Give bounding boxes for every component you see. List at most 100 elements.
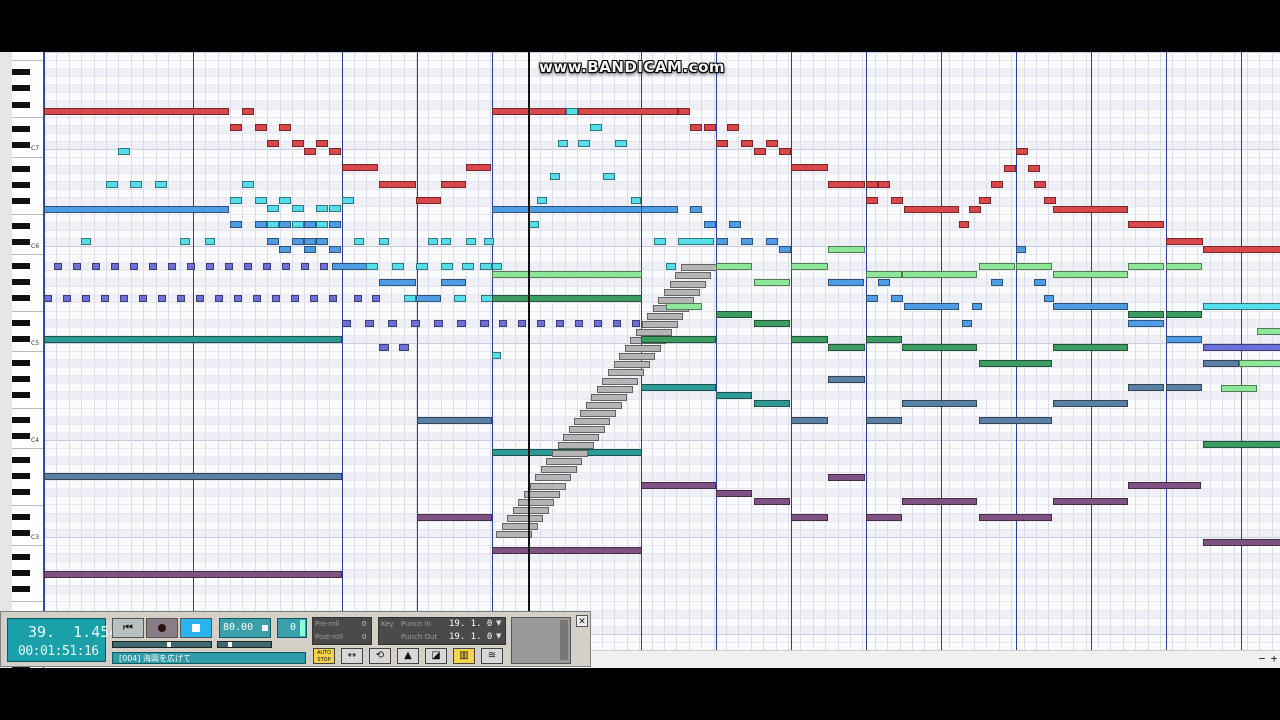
midi-note[interactable] (791, 417, 828, 424)
midi-note[interactable] (1053, 271, 1128, 278)
midi-note[interactable] (1016, 148, 1028, 155)
midi-note[interactable] (1128, 221, 1164, 228)
beat-display[interactable]: 0 (277, 618, 307, 638)
midi-note[interactable] (304, 246, 316, 253)
black-key[interactable] (12, 198, 30, 205)
black-key[interactable] (12, 457, 30, 464)
midi-note[interactable] (234, 295, 242, 302)
midi-note[interactable] (678, 108, 690, 115)
midi-note[interactable] (441, 238, 451, 245)
black-key[interactable] (12, 85, 30, 92)
midi-note[interactable] (205, 238, 215, 245)
midi-note[interactable] (1128, 320, 1164, 327)
beat-spin-icon[interactable] (300, 620, 305, 636)
midi-note[interactable] (82, 295, 90, 302)
black-key[interactable] (12, 335, 30, 342)
midi-note[interactable] (230, 124, 242, 131)
midi-note[interactable] (332, 263, 368, 270)
midi-note[interactable] (388, 320, 397, 327)
midi-note[interactable] (791, 336, 828, 343)
midi-note[interactable] (716, 392, 752, 399)
midi-note[interactable] (316, 221, 328, 228)
midi-note[interactable] (669, 280, 706, 288)
midi-note[interactable] (904, 303, 959, 310)
midi-note[interactable] (492, 271, 642, 278)
midi-note[interactable] (501, 522, 538, 530)
midi-note[interactable] (342, 197, 354, 204)
midi-note[interactable] (574, 417, 611, 425)
midi-note[interactable] (44, 473, 342, 480)
midi-note[interactable] (962, 320, 972, 327)
midi-note[interactable] (979, 197, 991, 204)
midi-note[interactable] (329, 148, 341, 155)
midi-note[interactable] (1221, 385, 1257, 392)
stop-button[interactable] (180, 618, 212, 638)
black-key[interactable] (12, 319, 30, 326)
midi-note[interactable] (578, 108, 678, 115)
black-key[interactable] (12, 360, 30, 367)
midi-note[interactable] (480, 263, 492, 270)
midi-note[interactable] (1166, 336, 1202, 343)
midi-note[interactable] (480, 320, 489, 327)
midi-note[interactable] (244, 263, 252, 270)
midi-note[interactable] (342, 164, 378, 171)
midi-note[interactable] (518, 320, 526, 327)
midi-note[interactable] (902, 344, 977, 351)
midi-note[interactable] (619, 353, 656, 361)
midi-note[interactable] (615, 140, 627, 147)
midi-note[interactable] (972, 303, 982, 310)
midi-note[interactable] (680, 264, 717, 272)
loop-button[interactable]: ⟲ (369, 648, 391, 664)
black-key[interactable] (12, 416, 30, 423)
midi-note[interactable] (379, 279, 416, 286)
midi-note[interactable] (979, 417, 1052, 424)
midi-note[interactable] (484, 238, 494, 245)
midi-note[interactable] (492, 352, 501, 359)
midi-note[interactable] (411, 320, 420, 327)
midi-note[interactable] (727, 124, 739, 131)
midi-note[interactable] (866, 271, 902, 278)
midi-note[interactable] (292, 140, 304, 147)
midi-note[interactable] (1203, 441, 1280, 448)
midi-note[interactable] (603, 173, 615, 180)
midi-note[interactable] (1034, 279, 1046, 286)
midi-note[interactable] (591, 393, 628, 401)
midi-note[interactable] (1239, 360, 1280, 367)
midi-note[interactable] (44, 336, 342, 343)
midi-note[interactable] (979, 263, 1015, 270)
preroll-value[interactable]: 0 (362, 620, 366, 628)
midi-note[interactable] (1257, 328, 1280, 335)
midi-note[interactable] (1166, 238, 1203, 245)
rewind-button[interactable]: ⏮ (112, 618, 144, 638)
midi-note[interactable] (1053, 400, 1128, 407)
black-key[interactable] (12, 392, 30, 399)
midi-note[interactable] (741, 238, 753, 245)
black-key[interactable] (12, 570, 30, 577)
midi-note[interactable] (279, 197, 291, 204)
midi-note[interactable] (139, 295, 147, 302)
midi-note[interactable] (1053, 303, 1128, 310)
midi-note[interactable] (158, 295, 166, 302)
midi-note[interactable] (1203, 539, 1280, 546)
punch-in-dropdown-icon[interactable]: ▼ (496, 619, 501, 627)
midi-note[interactable] (329, 246, 341, 253)
midi-note[interactable] (106, 181, 118, 188)
midi-note[interactable] (291, 295, 299, 302)
midi-note[interactable] (499, 320, 507, 327)
midi-note[interactable] (624, 345, 661, 353)
loop-range-button[interactable]: ↔ (341, 648, 363, 664)
black-key[interactable] (12, 667, 30, 668)
midi-note[interactable] (279, 124, 291, 131)
midi-note[interactable] (441, 279, 466, 286)
midi-note[interactable] (766, 140, 778, 147)
midi-note[interactable] (979, 360, 1052, 367)
midi-note[interactable] (866, 181, 878, 188)
midi-note[interactable] (580, 409, 616, 417)
midi-note[interactable] (253, 295, 261, 302)
midi-note[interactable] (716, 263, 752, 270)
slider-thumb[interactable] (167, 642, 171, 647)
midi-note[interactable] (416, 295, 441, 302)
midi-note[interactable] (1028, 165, 1040, 172)
midi-note[interactable] (866, 197, 878, 204)
midi-note[interactable] (729, 221, 741, 228)
